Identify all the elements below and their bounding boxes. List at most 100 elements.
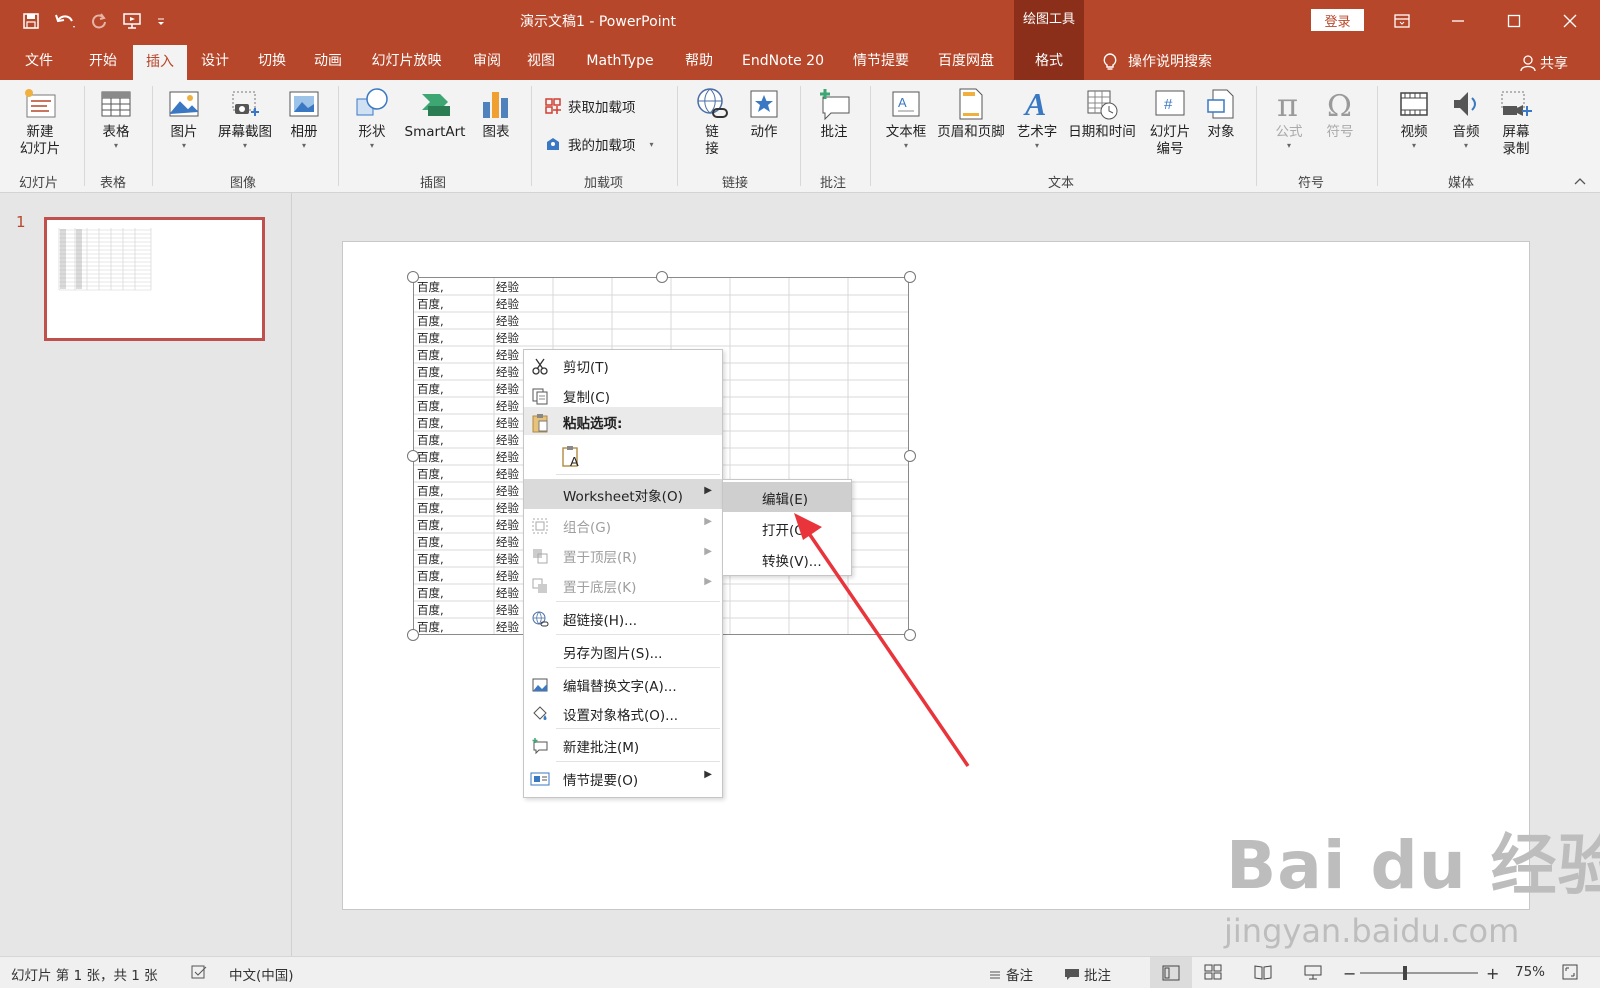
- customize-qat-icon[interactable]: [156, 10, 166, 32]
- slideshow-view-button[interactable]: [1304, 964, 1322, 980]
- tab-insert[interactable]: 插入: [133, 45, 187, 80]
- close-icon[interactable]: [1559, 10, 1581, 32]
- new-slide-button[interactable]: 新建 幻灯片: [10, 86, 70, 158]
- smartart-button[interactable]: SmartArt: [400, 86, 470, 141]
- menu-item-storyboard[interactable]: 情节提要(O) ▶: [524, 763, 722, 793]
- person-icon: [1520, 54, 1536, 72]
- action-button[interactable]: 动作: [744, 86, 784, 141]
- minimize-icon[interactable]: [1447, 10, 1469, 32]
- menu-item-format-object[interactable]: 设置对象格式(O)...: [524, 698, 722, 728]
- resize-handle-top-right[interactable]: [904, 271, 916, 283]
- tab-mathtype[interactable]: MathType: [577, 44, 663, 80]
- tab-view[interactable]: 视图: [516, 44, 566, 80]
- tab-format[interactable]: 格式: [1014, 44, 1084, 80]
- tab-help[interactable]: 帮助: [674, 44, 724, 80]
- header-footer-button[interactable]: 页眉和页脚: [934, 86, 1008, 141]
- datetime-button[interactable]: 日期和时间: [1064, 86, 1140, 141]
- photo-album-button[interactable]: 相册 ▾: [283, 86, 325, 151]
- collapse-ribbon-icon[interactable]: [1574, 176, 1586, 186]
- screenshot-button[interactable]: 屏幕截图 ▾: [212, 86, 278, 151]
- symbol-button[interactable]: Ω 符号: [1318, 86, 1362, 141]
- menu-item-worksheet-object[interactable]: Worksheet对象(O) ▶: [524, 479, 722, 509]
- tell-me-search[interactable]: 操作说明搜索: [1102, 44, 1232, 80]
- tab-review[interactable]: 审阅: [462, 44, 512, 80]
- save-icon[interactable]: [22, 10, 40, 32]
- shapes-button[interactable]: 形状 ▾: [350, 86, 394, 151]
- clipboard-icon: [530, 413, 550, 433]
- present-from-start-icon[interactable]: [122, 10, 142, 32]
- paste-keep-text-option[interactable]: A: [524, 437, 722, 473]
- maximize-icon[interactable]: [1503, 10, 1525, 32]
- zoom-out-button[interactable]: −: [1343, 964, 1356, 983]
- tab-slideshow[interactable]: 幻灯片放映: [364, 44, 449, 80]
- get-addins-button[interactable]: 获取加载项: [544, 96, 636, 116]
- zoom-in-button[interactable]: +: [1486, 964, 1499, 983]
- worksheet-cell: 经验: [496, 552, 519, 566]
- login-button[interactable]: 登录: [1311, 9, 1364, 31]
- worksheet-cell: 百度,: [417, 433, 444, 447]
- screen-recording-button[interactable]: 屏幕 录制: [1494, 86, 1538, 158]
- link-button[interactable]: 链 接: [692, 86, 732, 158]
- redo-icon[interactable]: [90, 10, 108, 32]
- language-status[interactable]: 中文(中国): [229, 964, 294, 984]
- submenu-item-open[interactable]: 打开(O): [723, 513, 851, 543]
- resize-handle-bottom-left[interactable]: [407, 629, 419, 641]
- my-addins-button[interactable]: 我的加载项 ▾: [544, 134, 654, 154]
- worksheet-row: 百度, 经验: [414, 295, 908, 312]
- submenu-item-convert[interactable]: 转换(V)...: [723, 544, 851, 574]
- resize-handle-right[interactable]: [904, 450, 916, 462]
- zoom-slider-thumb[interactable]: [1403, 966, 1407, 980]
- wordart-button[interactable]: A 艺术字 ▾: [1014, 86, 1060, 151]
- tab-endnote[interactable]: EndNote 20: [735, 44, 831, 80]
- tab-home[interactable]: 开始: [78, 44, 128, 80]
- slide-sorter-button[interactable]: [1204, 964, 1222, 980]
- slide-number-button[interactable]: # 幻灯片 编号: [1144, 86, 1196, 158]
- reading-view-button[interactable]: [1254, 964, 1272, 980]
- quick-access-toolbar: [22, 10, 180, 32]
- undo-icon[interactable]: [54, 10, 76, 32]
- share-button[interactable]: 共享: [1520, 53, 1568, 73]
- audio-button[interactable]: 音频 ▾: [1444, 86, 1488, 151]
- menu-item-group[interactable]: 组合(G) ▶: [524, 510, 722, 540]
- tab-file[interactable]: 文件: [14, 44, 64, 80]
- resize-handle-top[interactable]: [656, 271, 668, 283]
- resize-handle-top-left[interactable]: [407, 271, 419, 283]
- resize-handle-bottom-right[interactable]: [904, 629, 916, 641]
- tab-animations[interactable]: 动画: [303, 44, 353, 80]
- comments-button[interactable]: 批注: [1064, 964, 1111, 984]
- slide-thumbnail[interactable]: [44, 217, 265, 341]
- tab-transitions[interactable]: 切换: [247, 44, 297, 80]
- zoom-level[interactable]: 75%: [1515, 964, 1545, 980]
- menu-item-copy[interactable]: 复制(C): [524, 380, 722, 410]
- table-button[interactable]: 表格 ▾: [95, 86, 137, 151]
- textbox-button[interactable]: A 文本框 ▾: [883, 86, 929, 151]
- tab-design[interactable]: 设计: [190, 44, 240, 80]
- resize-handle-left[interactable]: [407, 450, 419, 462]
- video-button[interactable]: 视频 ▾: [1392, 86, 1436, 151]
- picture-button[interactable]: 图片 ▾: [163, 86, 205, 151]
- equation-button[interactable]: π 公式 ▾: [1267, 86, 1311, 151]
- chart-button[interactable]: 图表: [476, 86, 516, 141]
- zoom-slider[interactable]: [1360, 972, 1478, 974]
- worksheet-cell: 百度,: [417, 331, 444, 345]
- tab-baidu-netdisk[interactable]: 百度网盘: [931, 44, 1001, 80]
- worksheet-cell: 百度,: [417, 620, 444, 634]
- ribbon-display-options-icon[interactable]: [1391, 10, 1413, 32]
- menu-item-send-to-back[interactable]: 置于底层(K) ▶: [524, 570, 722, 600]
- fit-to-window-button[interactable]: [1562, 964, 1578, 980]
- menu-item-bring-to-front[interactable]: 置于顶层(R) ▶: [524, 540, 722, 570]
- normal-view-button[interactable]: [1150, 957, 1192, 988]
- object-button[interactable]: 对象: [1200, 86, 1242, 141]
- notes-button[interactable]: 备注: [988, 964, 1033, 984]
- chart-label: 图表: [482, 124, 510, 140]
- menu-item-save-as-picture[interactable]: 另存为图片(S)...: [524, 636, 722, 666]
- menu-item-new-comment[interactable]: 新建批注(M): [524, 730, 722, 760]
- menu-item-hyperlink[interactable]: 超链接(H)...: [524, 603, 722, 633]
- menu-item-cut[interactable]: 剪切(T): [524, 350, 722, 380]
- menu-item-edit-alt-text[interactable]: 编辑替换文字(A)...: [524, 669, 722, 699]
- tab-storyboard[interactable]: 情节提要: [846, 44, 916, 80]
- accessibility-check-icon[interactable]: [190, 964, 208, 980]
- submenu-item-edit[interactable]: 编辑(E): [723, 482, 851, 512]
- screenshot-icon: [228, 86, 262, 122]
- comment-button[interactable]: 批注: [814, 86, 854, 141]
